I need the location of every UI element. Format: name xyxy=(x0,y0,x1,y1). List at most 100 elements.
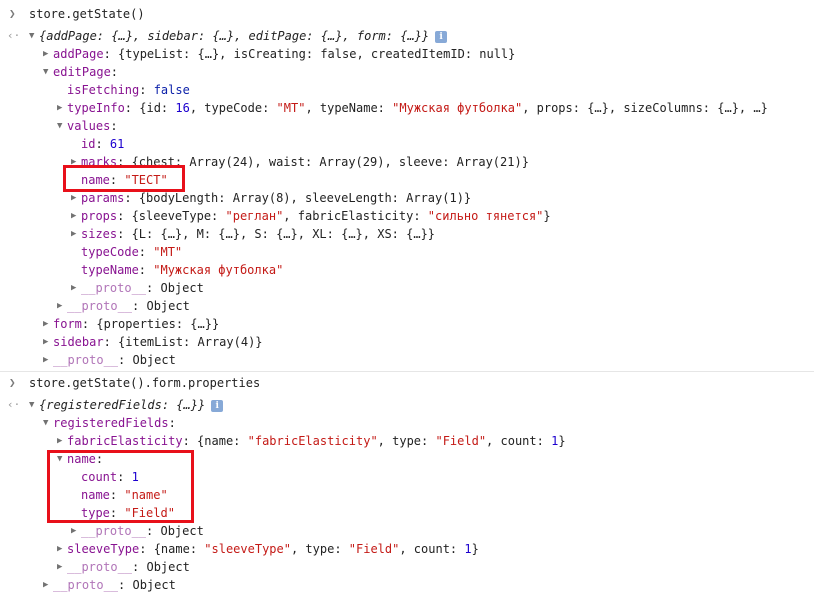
property-key: name xyxy=(81,173,110,187)
property-key: typeName xyxy=(81,263,139,277)
property-key: marks xyxy=(81,155,118,169)
preview-text: , count: xyxy=(486,434,552,448)
collapsed-triangle-icon[interactable]: ▶ xyxy=(43,315,53,333)
expand-triangle-icon[interactable]: ▼ xyxy=(43,414,53,432)
property-value: "ТЕСТ" xyxy=(124,173,168,187)
expand-triangle-icon[interactable]: ▼ xyxy=(29,396,39,414)
preview-text: , type: xyxy=(377,434,436,448)
preview-text: } xyxy=(543,209,551,223)
collapsed-triangle-icon[interactable]: ▶ xyxy=(57,99,67,117)
preview-text: , typeName: xyxy=(305,101,393,115)
property-key: __proto__ xyxy=(81,281,147,295)
property-key: addPage xyxy=(53,47,104,61)
preview-text: , typeCode: xyxy=(189,101,277,115)
property-preview: {L: {…}, M: {…}, S: {…}, XL: {…}, XS: {…… xyxy=(131,227,436,241)
console-command: store.getState() xyxy=(29,7,145,21)
property-value: Object xyxy=(132,578,176,592)
property-value: Object xyxy=(160,281,204,295)
expand-triangle-icon[interactable]: ▼ xyxy=(57,450,67,468)
property-preview: {typeList: {…}, isCreating: false, creat… xyxy=(118,47,516,61)
console-input-line[interactable]: ❯ store.getState().form.properties xyxy=(0,374,814,392)
property-key: __proto__ xyxy=(67,560,133,574)
console-command: store.getState().form.properties xyxy=(29,376,261,390)
devtools-console: ❯ store.getState() ‹· ▼ {addPage: {…}, si… xyxy=(0,0,814,599)
property-key: typeInfo xyxy=(67,101,125,115)
result-arrow-icon: ‹· xyxy=(7,398,21,411)
preview-text: {id: xyxy=(139,101,176,115)
collapsed-triangle-icon[interactable]: ▶ xyxy=(57,297,67,315)
property-value: "Field" xyxy=(124,506,175,520)
preview-string: "Field" xyxy=(348,542,400,556)
property-key: values xyxy=(67,119,111,133)
property-key: isFetching xyxy=(67,83,140,97)
result-arrow-icon: ‹· xyxy=(7,29,21,42)
collapsed-triangle-icon[interactable]: ▶ xyxy=(71,522,81,540)
preview-number: 1 xyxy=(464,542,472,556)
property-value: false xyxy=(153,83,190,97)
property-value: 1 xyxy=(131,470,139,484)
console-input-line[interactable]: ❯ store.getState() xyxy=(0,5,814,23)
info-icon[interactable]: i xyxy=(211,399,224,412)
preview-string: "Мужская футболка" xyxy=(392,101,523,115)
preview-text: {name: xyxy=(153,542,205,556)
property-value: Object xyxy=(146,299,190,313)
property-preview: {properties: {…}} xyxy=(96,317,220,331)
preview-string: "fabricElasticity" xyxy=(247,434,378,448)
object-preview: {addPage: {…}, sidebar: {…}, editPage: {… xyxy=(39,29,430,43)
preview-string: "MT" xyxy=(276,101,306,115)
console-separator xyxy=(0,371,814,372)
collapsed-triangle-icon[interactable]: ▶ xyxy=(71,189,81,207)
expand-triangle-icon[interactable]: ▼ xyxy=(43,63,53,81)
collapsed-triangle-icon[interactable]: ▶ xyxy=(43,45,53,63)
property-key: typeCode xyxy=(81,245,139,259)
preview-string: "реглан" xyxy=(225,209,284,223)
property-key: editPage xyxy=(53,65,111,79)
collapsed-triangle-icon[interactable]: ▶ xyxy=(71,153,81,171)
collapsed-triangle-icon[interactable]: ▶ xyxy=(57,558,67,576)
collapsed-triangle-icon[interactable]: ▶ xyxy=(71,207,81,225)
collapsed-triangle-icon[interactable]: ▶ xyxy=(43,351,53,369)
property-key: type xyxy=(81,506,110,520)
preview-string: "сильно тянется" xyxy=(427,209,544,223)
property-key: fabricElasticity xyxy=(67,434,183,448)
preview-text: , count: xyxy=(399,542,465,556)
collapsed-triangle-icon[interactable]: ▶ xyxy=(43,576,53,594)
property-key: id xyxy=(81,137,96,151)
property-value: "name" xyxy=(124,488,168,502)
object-preview: {registeredFields: {…}} xyxy=(39,398,206,412)
preview-string: "Field" xyxy=(435,434,487,448)
property-key: form xyxy=(53,317,82,331)
preview-text: {name: xyxy=(197,434,248,448)
property-key: __proto__ xyxy=(81,524,147,538)
property-key: name xyxy=(81,488,110,502)
expand-triangle-icon[interactable]: ▼ xyxy=(29,27,39,45)
property-key: name xyxy=(67,452,96,466)
preview-text: , props: {…}, sizeColumns: {…}, …} xyxy=(522,101,768,115)
preview-number: 16 xyxy=(175,101,190,115)
property-key: __proto__ xyxy=(53,578,119,592)
collapsed-triangle-icon[interactable]: ▶ xyxy=(57,540,67,558)
property-preview: {chest: Array(24), waist: Array(29), sle… xyxy=(131,155,529,169)
property-value: "Мужская футболка" xyxy=(153,263,284,277)
info-icon[interactable]: i xyxy=(435,30,448,43)
preview-text: {sleeveType: xyxy=(131,209,226,223)
collapsed-triangle-icon[interactable]: ▶ xyxy=(71,225,81,243)
property-key: params xyxy=(81,191,125,205)
prompt-chevron-icon: ❯ xyxy=(9,376,16,389)
expand-triangle-icon[interactable]: ▼ xyxy=(57,117,67,135)
property-value: 61 xyxy=(109,137,125,151)
collapsed-triangle-icon[interactable]: ▶ xyxy=(43,333,53,351)
preview-string: "sleeveType" xyxy=(204,542,291,556)
property-value: Object xyxy=(160,524,204,538)
property-preview: {bodyLength: Array(8), sleeveLength: Arr… xyxy=(138,191,472,205)
preview-text: } xyxy=(471,542,479,556)
property-preview: {itemList: Array(4)} xyxy=(118,335,263,349)
property-key: props xyxy=(81,209,118,223)
collapsed-triangle-icon[interactable]: ▶ xyxy=(71,279,81,297)
property-key: __proto__ xyxy=(53,353,119,367)
preview-text: } xyxy=(558,434,566,448)
preview-text: , type: xyxy=(290,542,349,556)
property-key: sizes xyxy=(81,227,118,241)
property-value: Object xyxy=(132,353,176,367)
collapsed-triangle-icon[interactable]: ▶ xyxy=(57,432,67,450)
